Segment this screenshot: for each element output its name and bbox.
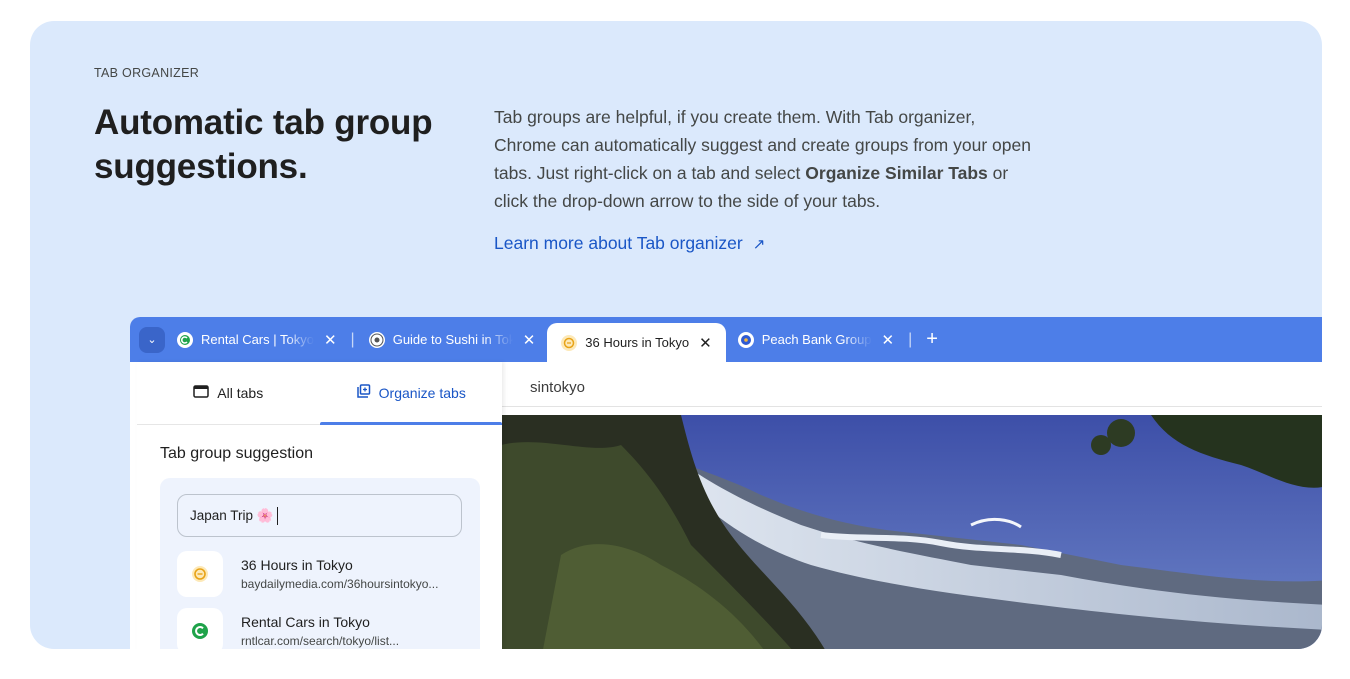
text-caret bbox=[276, 506, 278, 525]
tab-title: Rental Cars | Tokyo bbox=[201, 332, 314, 347]
learn-more-link[interactable]: Learn more about Tab organizer ↗ bbox=[494, 233, 765, 254]
bay-daily-favicon bbox=[561, 334, 578, 351]
tab-strip: ⌄ Rental Cars | Tokyo ✕ | Guide to Sushi… bbox=[130, 317, 1322, 362]
tab-all-tabs[interactable]: All tabs bbox=[137, 362, 320, 424]
close-icon[interactable]: ✕ bbox=[523, 331, 536, 349]
browser-tab-sushi-guide[interactable]: Guide to Sushi in Tokyo ✕ bbox=[357, 317, 548, 362]
feature-card: TAB ORGANIZER Automatic tab group sugges… bbox=[30, 21, 1322, 649]
description-bold-1: Organize Similar Tabs bbox=[805, 163, 988, 183]
chevron-down-icon: ⌄ bbox=[147, 334, 157, 346]
panel-tab-bar: All tabs Organize tabs bbox=[137, 362, 502, 425]
suggested-tab-title: 36 Hours in Tokyo bbox=[241, 557, 353, 573]
browser-tab-rental-cars[interactable]: Rental Cars | Tokyo ✕ bbox=[165, 317, 349, 362]
tab-search-button[interactable]: ⌄ bbox=[139, 326, 165, 353]
address-bar-text: sintokyo bbox=[530, 379, 586, 396]
tab-organizer-panel: All tabs Organize tabs Tab group suggest… bbox=[137, 362, 502, 649]
close-icon[interactable]: ✕ bbox=[324, 331, 337, 349]
tab-title: Guide to Sushi in Tokyo bbox=[392, 332, 513, 347]
peach-bank-favicon bbox=[737, 331, 754, 348]
suggestion-card: Japan Trip 🌸 36 Hours in Tokyo baydailym… bbox=[160, 478, 480, 649]
tab-title: Peach Bank Group bbox=[761, 332, 872, 347]
external-arrow-icon: ↗ bbox=[752, 235, 766, 253]
suggested-tab-item[interactable]: Rental Cars in Tokyo rntlcar.com/search/… bbox=[177, 608, 399, 649]
browser-window: ⌄ Rental Cars | Tokyo ✕ | Guide to Sushi… bbox=[130, 317, 1322, 649]
tab-all-tabs-label: All tabs bbox=[217, 385, 264, 401]
eyebrow-label: TAB ORGANIZER bbox=[94, 66, 200, 80]
suggested-tab-url: rntlcar.com/search/tokyo/list... bbox=[241, 634, 400, 648]
tab-organize-tabs[interactable]: Organize tabs bbox=[320, 362, 503, 424]
mountain-photo bbox=[501, 415, 1322, 649]
tab-separator: | bbox=[908, 330, 913, 348]
group-name-input[interactable]: Japan Trip 🌸 bbox=[177, 494, 462, 537]
tab-title: 36 Hours in Tokyo bbox=[585, 335, 690, 350]
tab-organize-tabs-label: Organize tabs bbox=[378, 385, 466, 401]
suggested-tab-item[interactable]: 36 Hours in Tokyo baydailymedia.com/36ho… bbox=[177, 551, 438, 597]
browser-tab-36-hours[interactable]: 36 Hours in Tokyo ✕ bbox=[547, 323, 726, 362]
group-name-value: Japan Trip 🌸 bbox=[190, 507, 274, 523]
sushi-guide-favicon bbox=[368, 331, 385, 348]
tab-window-icon bbox=[193, 385, 210, 401]
new-tab-button[interactable]: + bbox=[926, 328, 938, 351]
suggested-tab-title: Rental Cars in Tokyo bbox=[241, 614, 370, 630]
learn-more-label: Learn more about Tab organizer bbox=[494, 233, 743, 253]
rental-cars-favicon bbox=[177, 608, 223, 649]
headline: Automatic tab group suggestions. bbox=[94, 103, 433, 186]
close-icon[interactable]: ✕ bbox=[699, 334, 712, 352]
suggested-tab-url: baydailymedia.com/36hoursintokyo... bbox=[241, 577, 439, 591]
active-tab-indicator bbox=[320, 422, 502, 425]
close-icon[interactable]: ✕ bbox=[882, 331, 895, 349]
address-bar[interactable]: sintokyo bbox=[500, 369, 1322, 407]
tab-separator: | bbox=[350, 330, 355, 348]
bay-daily-favicon bbox=[177, 551, 223, 597]
rental-cars-favicon bbox=[177, 331, 193, 348]
browser-tab-peach-bank[interactable]: Peach Bank Group ✕ bbox=[726, 317, 906, 362]
organize-tabs-icon bbox=[356, 384, 371, 402]
feature-description: Tab groups are helpful, if you create th… bbox=[494, 103, 1034, 215]
suggestion-heading: Tab group suggestion bbox=[160, 445, 313, 462]
